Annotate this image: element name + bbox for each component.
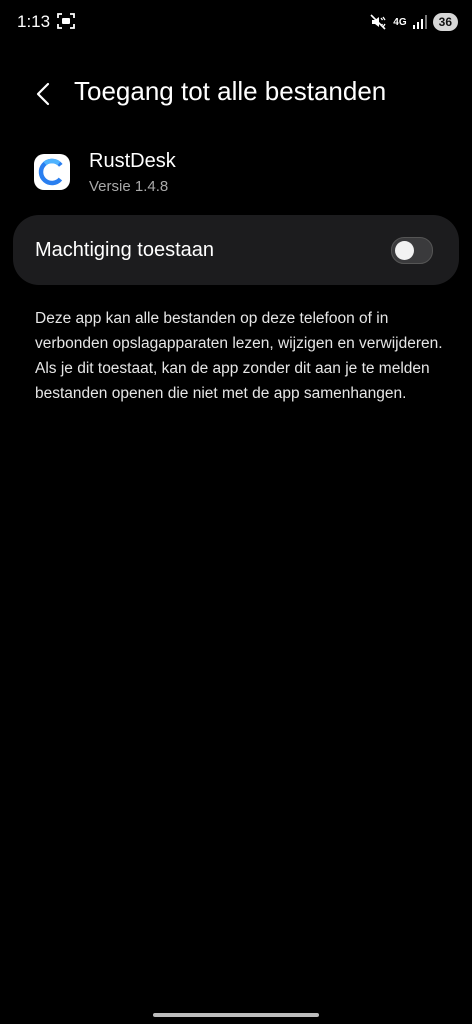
rustdesk-logo-icon bbox=[34, 154, 70, 190]
home-indicator[interactable] bbox=[153, 1013, 319, 1017]
switch-knob bbox=[395, 241, 414, 260]
back-button[interactable] bbox=[30, 78, 58, 110]
battery-indicator: 36 bbox=[432, 13, 458, 31]
screen-recorder-icon bbox=[57, 13, 75, 29]
permission-label: Machtiging toestaan bbox=[35, 239, 215, 261]
signal-icon bbox=[412, 15, 427, 29]
status-icons: 4G 36 bbox=[369, 12, 458, 32]
app-version: Versie 1.4.8 bbox=[89, 178, 169, 195]
app-info: RustDesk Versie 1.4.8 bbox=[34, 150, 454, 200]
permission-toggle-row[interactable]: Machtiging toestaan bbox=[13, 215, 459, 285]
permission-switch[interactable] bbox=[391, 237, 433, 264]
permission-description: Deze app kan alle bestanden op deze tele… bbox=[35, 310, 443, 402]
header: Toegang tot alle bestanden bbox=[0, 74, 472, 114]
status-time: 1:13 bbox=[17, 12, 51, 31]
network-type: 4G bbox=[393, 16, 407, 28]
app-name: RustDesk bbox=[89, 150, 176, 172]
mute-icon bbox=[370, 14, 386, 30]
page-title: Toegang tot alle bestanden bbox=[74, 76, 387, 106]
status-bar: 1:13 4G 36 bbox=[0, 0, 472, 44]
